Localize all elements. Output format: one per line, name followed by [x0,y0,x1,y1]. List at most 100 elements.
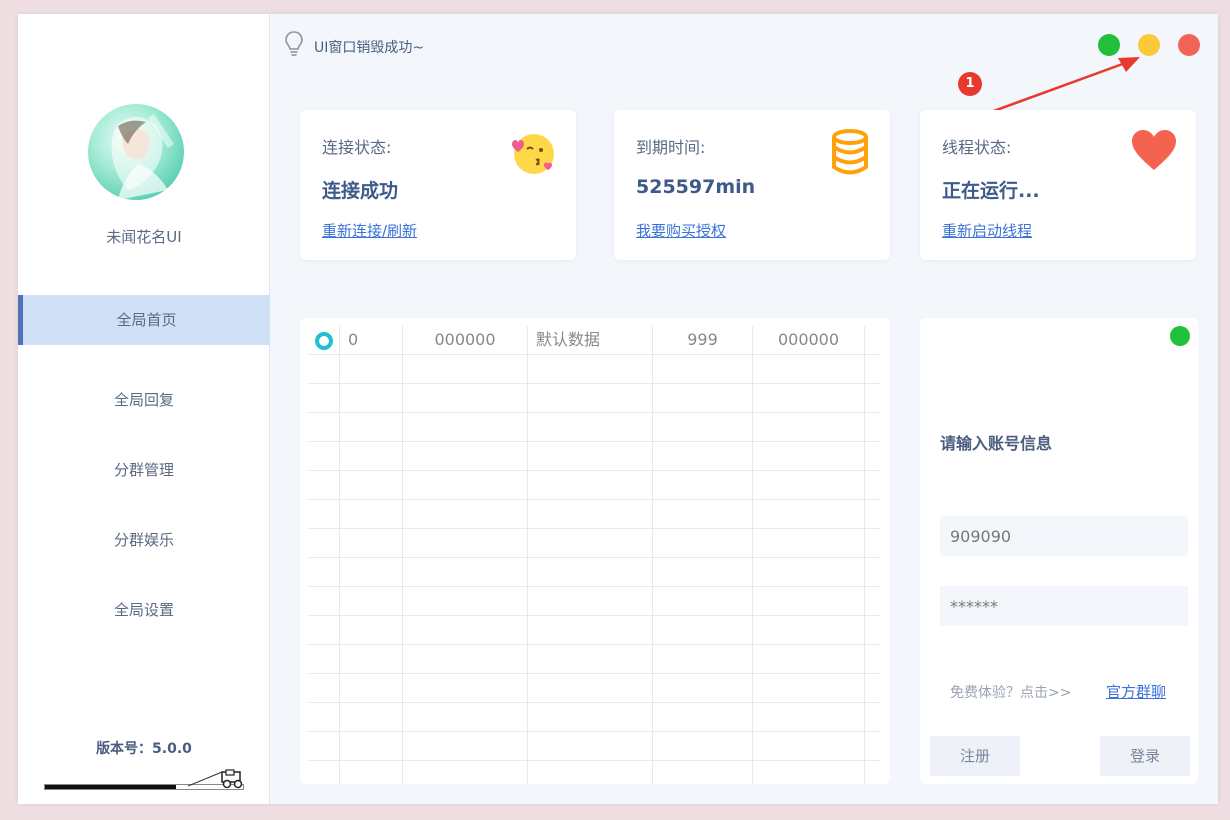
table-row-empty [308,587,880,616]
table-cell-empty [308,761,340,784]
table-cell-empty [340,384,403,413]
sidebar-item-home[interactable]: 全局首页 [18,295,270,345]
table-cell-empty [340,587,403,616]
table-cell-empty [308,355,340,384]
status-message: UI窗口销毁成功~ [314,40,425,56]
table-cell-empty [528,645,653,674]
table-cell-empty [528,616,653,645]
table-cell-empty [653,471,753,500]
table-cell-empty [653,355,753,384]
buy-license-link[interactable]: 我要购买授权 [636,220,726,241]
table-cell-empty [753,732,865,761]
table-cell-empty [528,558,653,587]
table-cell-empty [403,471,528,500]
official-group-link[interactable]: 官方群聊 [1106,681,1166,702]
table-cell-empty [653,703,753,732]
sidebar-item-global-settings[interactable]: 全局设置 [18,585,270,635]
table-cell-empty [403,500,528,529]
table-row-empty [308,413,880,442]
table-row-empty [308,703,880,732]
row-radio-button[interactable] [315,332,333,350]
table-cell-empty [340,645,403,674]
table-cell-empty [308,558,340,587]
heart-icon [1132,130,1176,170]
table-cell-empty [403,674,528,703]
table-cell-empty [308,587,340,616]
table-cell-empty [753,587,865,616]
table-cell-empty [528,355,653,384]
card-value: 连接成功 [322,180,399,202]
table-cell-empty [653,529,753,558]
table-cell-empty [308,442,340,471]
table-row-empty [308,616,880,645]
progress-fill [45,785,176,789]
restart-thread-link[interactable]: 重新启动线程 [942,220,1032,241]
table-cell-empty [403,529,528,558]
table-cell-empty [653,442,753,471]
table-cell-empty [403,442,528,471]
table-cell-empty [753,674,865,703]
table-cell-empty [753,761,865,784]
table-row-empty [308,732,880,761]
table-cell-empty [653,732,753,761]
table-cell-empty [753,355,865,384]
avatar[interactable] [88,104,184,200]
close-button[interactable] [1178,34,1200,56]
sidebar-item-group-management[interactable]: 分群管理 [18,445,270,495]
table-cell-empty [340,500,403,529]
table-cell: 000000 [753,326,865,355]
table-row-empty [308,674,880,703]
table-row-empty [308,442,880,471]
sidebar-item-global-reply[interactable]: 全局回复 [18,375,270,425]
table-cell-empty [653,761,753,784]
version-label: 版本号：5.0.0 [96,741,192,757]
table-cell-empty [340,616,403,645]
table-cell-empty [528,674,653,703]
table-cell-empty [653,413,753,442]
table-cell-empty [340,413,403,442]
login-title: 请输入账号信息 [940,434,1053,453]
table-cell-empty [528,471,653,500]
table-cell-empty [753,529,865,558]
table-cell-empty [308,413,340,442]
card-label: 线程状态: [942,138,1012,157]
table-cell-empty [403,761,528,784]
table-cell-empty [653,674,753,703]
table-cell-empty [653,645,753,674]
table-cell-empty [753,384,865,413]
table-cell-empty [403,732,528,761]
free-trial-text: 免费体验？点击>> [950,685,1072,701]
password-input[interactable] [940,586,1188,626]
sidebar: 未闻花名UI 全局首页 全局回复 分群管理 分群娱乐 全局设置 版本号：5.0.… [18,14,270,804]
table-cell-select[interactable] [308,326,340,355]
card-value: 525597min [636,176,756,198]
table-row[interactable]: 0 000000 默认数据 999 000000 [308,326,880,355]
table-cell-empty [753,442,865,471]
account-input[interactable] [940,516,1188,556]
table-cell-empty [403,616,528,645]
login-button[interactable]: 登录 [1100,736,1190,776]
table-cell: 999 [653,326,753,355]
table-cell-empty [653,616,753,645]
table-row-empty [308,558,880,587]
table-cell-empty [403,384,528,413]
annotation-badge: 1 [958,72,982,96]
sidebar-item-group-entertainment[interactable]: 分群娱乐 [18,515,270,565]
reconnect-link[interactable]: 重新连接/刷新 [322,220,417,241]
table-row-empty [308,761,880,784]
card-label: 到期时间: [636,138,706,157]
table-cell-empty [653,587,753,616]
expiry-time-card: 到期时间: 525597min 我要购买授权 [614,110,890,260]
register-button[interactable]: 注册 [930,736,1020,776]
tow-truck-icon [188,769,243,789]
table-cell-empty [653,384,753,413]
table-row-empty [308,384,880,413]
table-cell-empty [340,529,403,558]
table-cell-empty [528,442,653,471]
table-cell-empty [308,616,340,645]
table-cell-empty [308,500,340,529]
table-cell-empty [753,558,865,587]
table-cell-empty [653,558,753,587]
table-cell-empty [403,413,528,442]
table-cell-empty [308,384,340,413]
